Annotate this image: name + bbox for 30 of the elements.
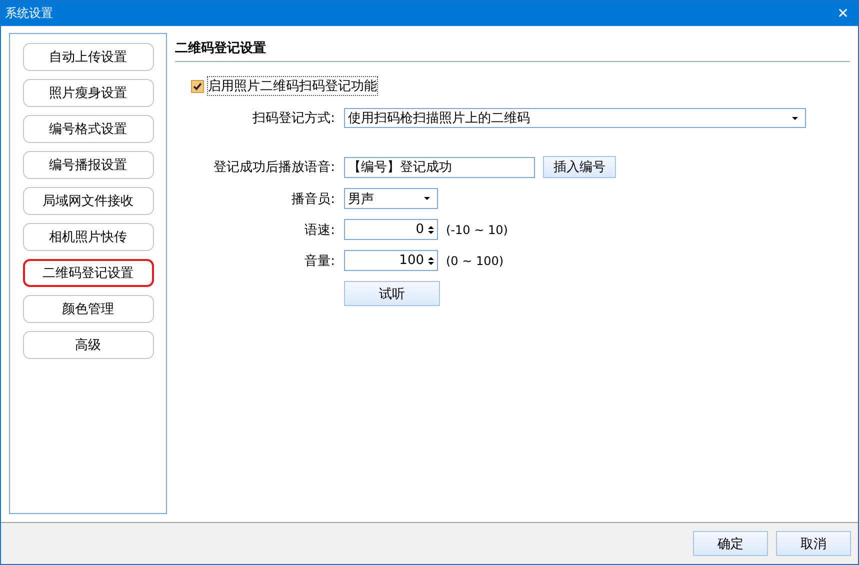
sidebar-item[interactable]: 颜色管理	[22, 295, 154, 323]
voice-text-field[interactable]: 【编号】登记成功	[344, 156, 535, 178]
field-label: 播音员:	[290, 190, 335, 208]
range-hint: (-10 ~ 10)	[446, 222, 508, 236]
scan-mode-dropdown[interactable]: 使用扫码枪扫描照片上的二维码	[344, 108, 806, 128]
section-title: 二维码登记设置	[175, 39, 850, 62]
field-label: 语速:	[304, 222, 335, 238]
speed-spinbox[interactable]: 0	[344, 219, 438, 240]
preview-button[interactable]: 试听	[344, 281, 440, 306]
insert-number-button[interactable]: 插入编号	[543, 156, 616, 178]
sidebar-item[interactable]: 局域网文件接收	[22, 187, 154, 215]
sidebar-item[interactable]: 相机照片快传	[22, 223, 154, 251]
field-label: 登记成功后播放语音:	[212, 159, 335, 176]
dialog-button[interactable]: 取消	[776, 531, 851, 556]
dialog-button[interactable]: 确定	[693, 531, 768, 556]
sidebar-item[interactable]: 编号格式设置	[22, 115, 154, 143]
announcer-dropdown[interactable]: 男声	[344, 188, 438, 209]
sidebar-item[interactable]: 高级	[22, 331, 154, 359]
window-title: 系统设置	[5, 5, 53, 22]
sidebar-item[interactable]: 照片瘦身设置	[22, 79, 154, 107]
volume-spinbox[interactable]: 100	[344, 250, 438, 271]
close-button[interactable]: ✕	[828, 1, 858, 26]
checkbox-label[interactable]: 启用照片二维码扫码登记功能	[208, 77, 377, 95]
field-label: 扫码登记方式:	[252, 110, 335, 127]
sidebar-item[interactable]: 二维码登记设置	[22, 259, 154, 287]
sidebar-item[interactable]: 自动上传设置	[22, 43, 154, 71]
field-label: 音量:	[304, 252, 335, 270]
range-hint: (0 ~ 100)	[446, 254, 504, 268]
checkbox[interactable]	[191, 80, 204, 92]
sidebar-item[interactable]: 编号播报设置	[22, 151, 154, 179]
